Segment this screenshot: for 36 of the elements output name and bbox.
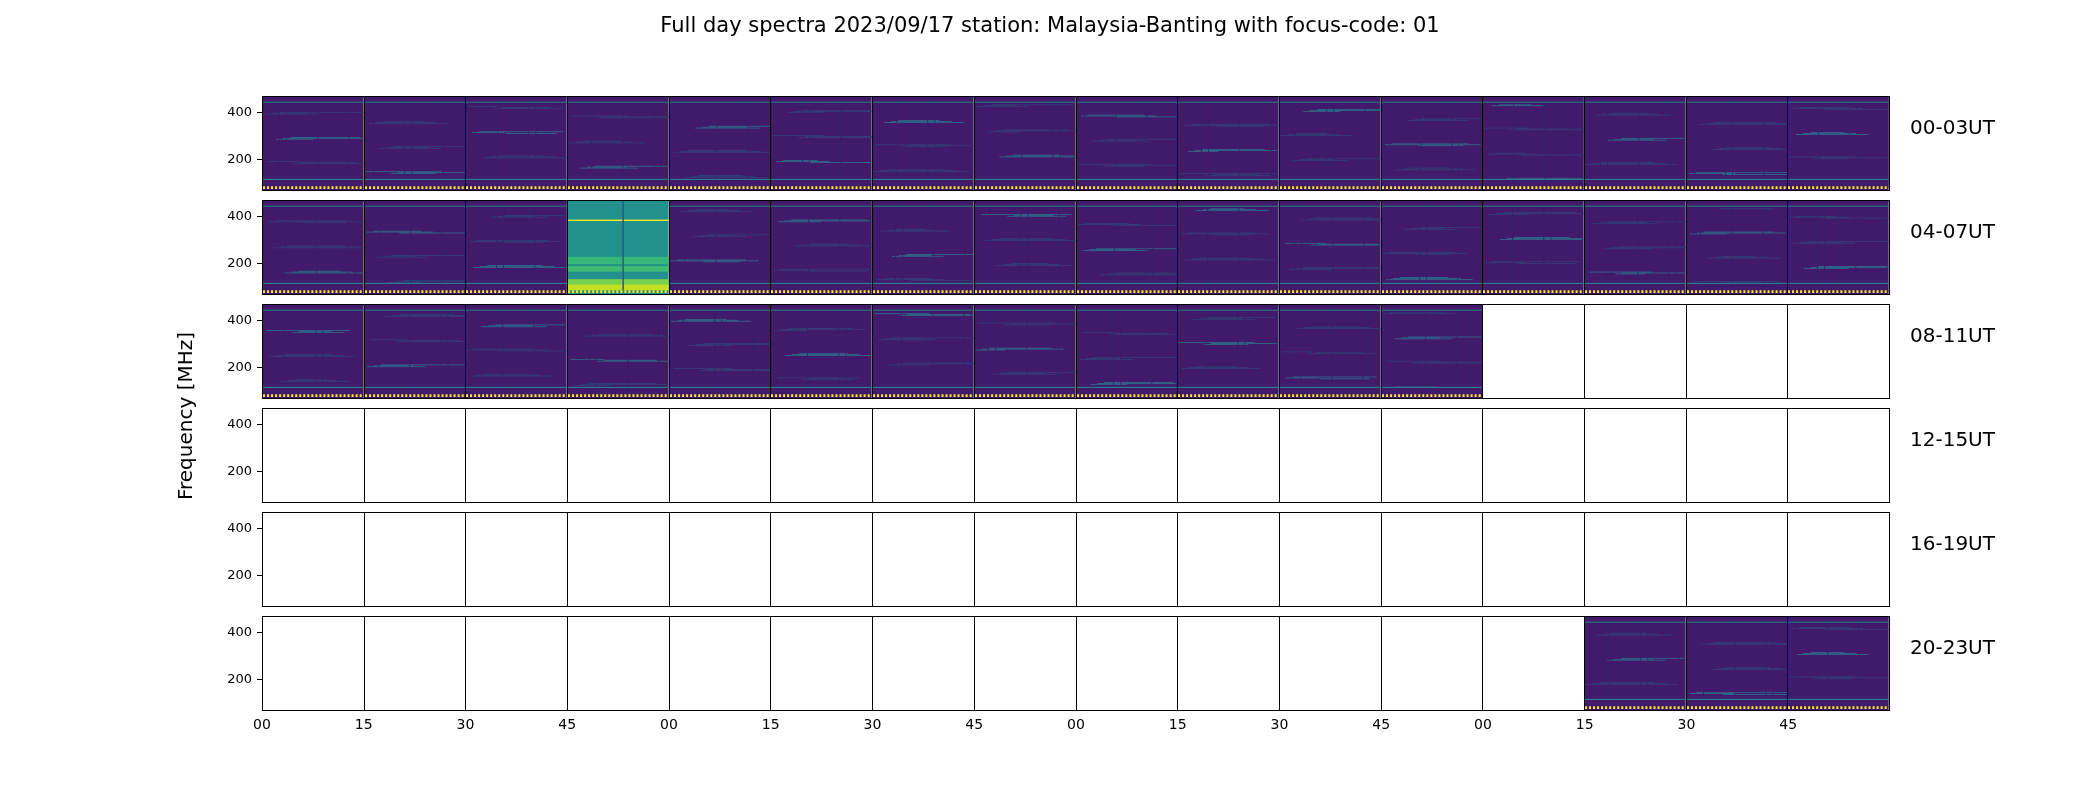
x-tick-label: 15 bbox=[761, 715, 780, 734]
y-tick-label: 400 bbox=[227, 624, 252, 640]
time-range-label: 04-07UT bbox=[1910, 219, 1995, 243]
y-tick-label: 400 bbox=[227, 416, 252, 432]
time-range-label: 12-15UT bbox=[1910, 427, 1995, 451]
x-tick-label: 45 bbox=[1372, 715, 1391, 734]
y-tick-label: 200 bbox=[227, 255, 252, 271]
x-tick-label: 00 bbox=[1067, 715, 1085, 734]
time-range-label: 16-19UT bbox=[1910, 531, 1995, 555]
x-tick-label: 00 bbox=[660, 715, 678, 734]
y-tick-label: 400 bbox=[227, 312, 252, 328]
x-tick-label: 15 bbox=[1575, 715, 1594, 734]
x-tick-label: 45 bbox=[1779, 715, 1798, 734]
y-tick-label: 400 bbox=[227, 104, 252, 120]
x-tick-label: 45 bbox=[965, 715, 984, 734]
y-axis-label: Frequency [MHz] bbox=[172, 331, 198, 500]
x-tick-label: 45 bbox=[558, 715, 577, 734]
y-tick-label: 200 bbox=[227, 567, 252, 583]
y-tick-label: 200 bbox=[227, 463, 252, 479]
x-tick-label: 00 bbox=[253, 715, 271, 734]
y-tick-label: 200 bbox=[227, 671, 252, 687]
y-tick-label: 400 bbox=[227, 208, 252, 224]
time-range-label: 00-03UT bbox=[1910, 115, 1995, 139]
x-tick-label: 30 bbox=[863, 715, 882, 734]
x-tick-label: 15 bbox=[354, 715, 373, 734]
x-tick-label: 30 bbox=[456, 715, 475, 734]
time-range-label: 08-11UT bbox=[1910, 323, 1995, 347]
x-tick-label: 30 bbox=[1677, 715, 1696, 734]
x-tick-label: 15 bbox=[1168, 715, 1187, 734]
y-tick-label: 400 bbox=[227, 520, 252, 536]
x-tick-label: 00 bbox=[1474, 715, 1492, 734]
time-range-label: 20-23UT bbox=[1910, 635, 1995, 659]
y-tick-label: 200 bbox=[227, 151, 252, 167]
y-tick-label: 200 bbox=[227, 359, 252, 375]
x-tick-label: 30 bbox=[1270, 715, 1289, 734]
figure-title: Full day spectra 2023/09/17 station: Malaysia-Banting with focus-code: 01 bbox=[660, 12, 1440, 39]
